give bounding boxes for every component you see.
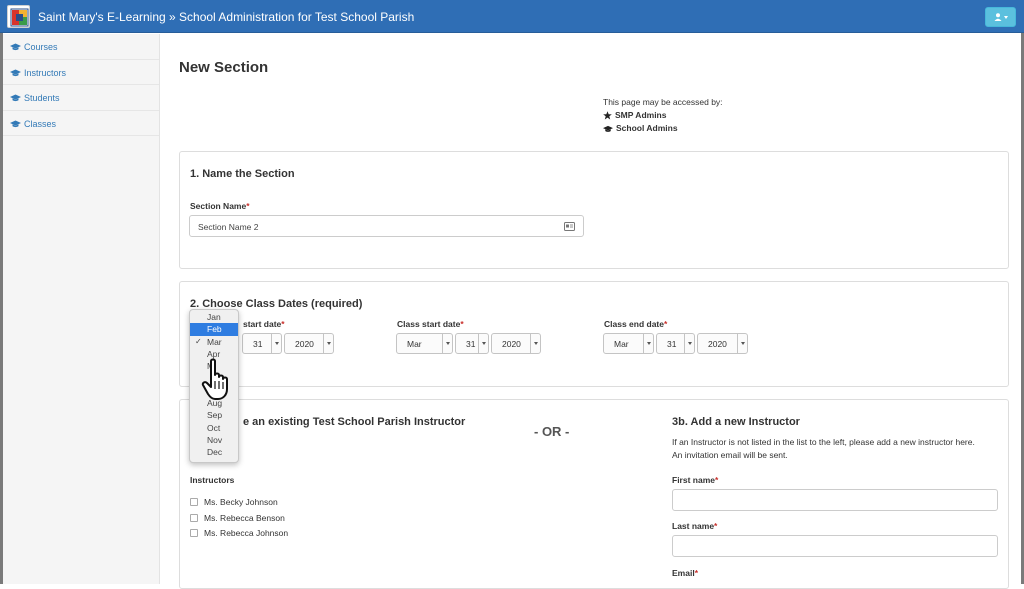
instructor-option[interactable]: Ms. Rebecca Benson: [190, 513, 285, 523]
class-start-month-select[interactable]: Mar: [396, 333, 453, 354]
last-name-input[interactable]: [672, 535, 998, 557]
chevron-down-icon: [445, 342, 450, 345]
class-start-date-label: Class start date*: [397, 319, 464, 329]
chevron-down-icon: [533, 342, 538, 345]
month-option-oct[interactable]: Oct: [190, 422, 238, 434]
first-name-label: First name*: [672, 475, 719, 485]
check-icon: ✓: [195, 336, 202, 346]
graduation-cap-icon: [10, 69, 21, 76]
month-option-dec[interactable]: Dec: [190, 446, 238, 458]
panel-title-existing-instructor: e an existing Test School Parish Instruc…: [243, 416, 466, 428]
graduation-cap-icon: [603, 125, 613, 132]
sidebar: Courses Instructors Students Classes: [3, 34, 160, 584]
email-label: Email*: [672, 568, 698, 578]
class-start-day-select[interactable]: 31: [455, 333, 489, 354]
class-end-day-select[interactable]: 31: [656, 333, 695, 354]
graduation-cap-icon: [10, 43, 21, 51]
new-instructor-hint: If an Instructor is not listed in the li…: [672, 437, 975, 460]
access-role-smp-admins: SMP Admins: [603, 109, 723, 122]
month-option-mar[interactable]: ✓ Mar: [190, 336, 238, 348]
panel-title-name-section: 1. Name the Section: [190, 168, 295, 180]
month-option-sep[interactable]: Sep: [190, 409, 238, 421]
month-option-nov[interactable]: Nov: [190, 434, 238, 446]
class-end-date-label: Class end date*: [604, 319, 668, 329]
user-menu-button[interactable]: [985, 7, 1016, 27]
instructor-option[interactable]: Ms. Becky Johnson: [190, 497, 278, 507]
or-divider: - OR -: [534, 424, 570, 439]
top-navbar: Saint Mary's E-Learning » School Adminis…: [0, 0, 1024, 33]
instructor-checkbox[interactable]: [190, 498, 198, 506]
class-end-month-select[interactable]: Mar: [603, 333, 654, 354]
month-option-feb[interactable]: Feb: [190, 323, 238, 336]
hand-pointer-cursor-icon: [201, 358, 228, 400]
chevron-down-icon: [740, 342, 745, 345]
sidebar-item-classes[interactable]: Classes: [3, 111, 159, 136]
section-name-input[interactable]: Section Name 2: [189, 215, 584, 237]
app-logo[interactable]: [7, 5, 30, 28]
user-icon: [994, 13, 1001, 21]
page-title: New Section: [179, 59, 269, 76]
sidebar-item-instructors[interactable]: Instructors: [3, 60, 159, 85]
id-card-icon[interactable]: [564, 222, 575, 231]
sidebar-item-students[interactable]: Students: [3, 85, 159, 111]
graduation-cap-icon: [10, 120, 21, 127]
chevron-down-icon: [326, 342, 331, 345]
graduation-cap-icon: [10, 94, 21, 102]
instructor-checkbox[interactable]: [190, 529, 198, 537]
caret-down-icon: [1003, 15, 1008, 19]
instructors-label: Instructors: [190, 475, 235, 485]
section-start-year-select[interactable]: 2020: [284, 333, 334, 354]
class-start-year-select[interactable]: 2020: [491, 333, 541, 354]
sidebar-item-courses[interactable]: Courses: [3, 34, 159, 60]
sidebar-item-label: Classes: [24, 118, 57, 129]
chevron-down-icon: [687, 342, 692, 345]
section-name-label: Section Name*: [190, 201, 250, 211]
class-end-year-select[interactable]: 2020: [697, 333, 748, 354]
section-start-day-select[interactable]: 31: [242, 333, 282, 354]
first-name-input[interactable]: [672, 489, 998, 511]
name-section-panel: [179, 151, 1009, 269]
last-name-label: Last name*: [672, 521, 718, 531]
instructor-checkbox[interactable]: [190, 514, 198, 522]
sidebar-item-label: Students: [24, 93, 60, 103]
chevron-down-icon: [481, 342, 486, 345]
month-option-jan[interactable]: Jan: [190, 311, 238, 323]
section-start-date-label: start date*: [243, 319, 285, 329]
instructor-option[interactable]: Ms. Rebecca Johnson: [190, 528, 288, 538]
star-icon: [603, 111, 612, 120]
app-title[interactable]: Saint Mary's E-Learning » School Adminis…: [38, 10, 414, 24]
panel-title-new-instructor: 3b. Add a new Instructor: [672, 416, 800, 428]
sidebar-item-label: Courses: [24, 42, 58, 52]
access-intro: This page may be accessed by:: [603, 97, 723, 107]
chevron-down-icon: [646, 342, 651, 345]
access-info: This page may be accessed by: SMP Admins…: [603, 96, 723, 135]
chevron-down-icon: [274, 342, 279, 345]
sidebar-item-label: Instructors: [24, 67, 67, 78]
access-role-school-admins: School Admins: [603, 122, 723, 135]
